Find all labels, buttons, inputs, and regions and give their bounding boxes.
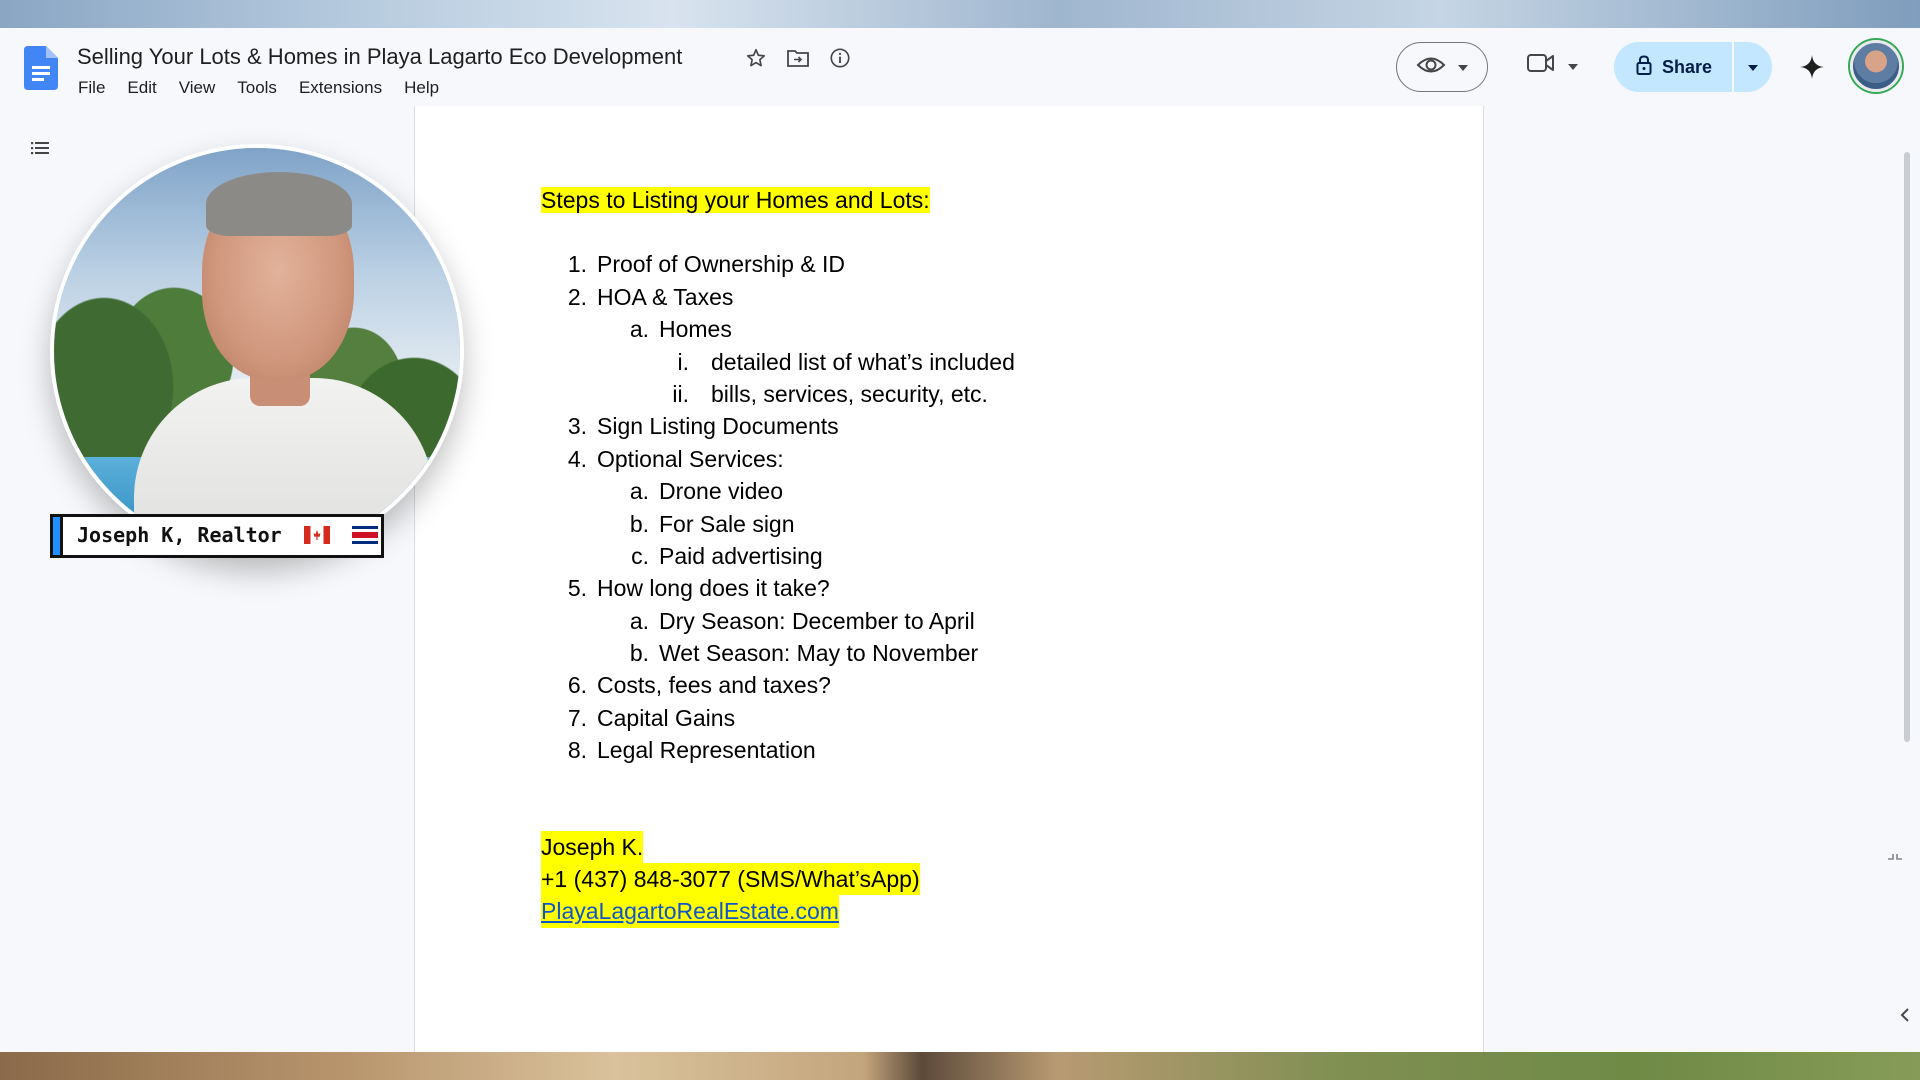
list-item: c. Paid advertising [541,540,1015,572]
list-item: 4. Optional Services: [541,443,1015,475]
meet-video-icon [1526,52,1556,79]
list-item: 6. Costs, fees and taxes? [541,669,1015,701]
list-item: b. Wet Season: May to November [541,637,1015,669]
list-item-text: Legal Representation [597,737,816,764]
meet-button[interactable] [1526,52,1578,79]
star-icon[interactable] [744,46,768,70]
viewing-mode-button[interactable] [1396,42,1488,92]
website-link[interactable]: PlayaLagartoRealEstate.com [541,895,839,928]
list-item-text: Proof of Ownership & ID [597,251,845,278]
chevron-down-icon [1568,57,1578,75]
list-item: a. Homes [541,313,1015,345]
menu-bar: File Edit View Tools Extensions Help [67,76,450,100]
contact-phone: +1 (437) 848-3077 (SMS/What’sApp) [541,863,920,896]
list-marker: b. [629,510,649,537]
list-marker: 5. [567,575,587,602]
list-item: 2. HOA & Taxes [541,281,1015,313]
chevron-down-icon [1748,58,1758,76]
list-item-text: Paid advertising [659,542,823,569]
menu-file[interactable]: File [67,76,116,100]
list-item-text: detailed list of what’s included [711,348,1015,375]
heading-text: Steps to Listing your Homes and Lots: [541,187,930,213]
list-marker: ii. [672,380,689,407]
document-page[interactable]: Steps to Listing your Homes and Lots: 1.… [414,106,1484,1052]
nameplate-label: Joseph K, Realtor [63,523,378,549]
list-item-text: HOA & Taxes [597,283,734,310]
list-marker: i. [677,348,690,375]
list-item-text: Sign Listing Documents [597,413,839,440]
list-marker: 7. [567,704,587,731]
list-item: 7. Capital Gains [541,702,1015,734]
canada-flag-icon [303,525,330,549]
account-avatar[interactable] [1850,40,1902,92]
list-item: 5. How long does it take? [541,572,1015,604]
nameplate-accent-bar [53,517,63,555]
webcam-overlay [50,144,464,558]
list-marker: 3. [567,413,587,440]
list-item: ii. bills, services, security, etc. [541,378,1015,410]
list-marker: a. [629,607,649,634]
costa-rica-flag-icon [351,525,378,549]
menu-help[interactable]: Help [393,76,450,100]
list-item-text: For Sale sign [659,510,795,537]
list-marker: 8. [567,737,587,764]
docs-logo-icon[interactable] [24,46,58,90]
chevron-down-icon [1458,58,1468,76]
background-ground [0,1052,1920,1080]
title-actions [744,46,852,70]
list-marker: c. [631,542,649,569]
menu-view[interactable]: View [168,76,227,100]
share-label: Share [1662,56,1713,77]
list-item-text: Homes [659,316,732,343]
list-item-text: bills, services, security, etc. [711,380,988,407]
list-item: 8. Legal Representation [541,734,1015,766]
menu-extensions[interactable]: Extensions [288,76,393,100]
list-item-text: Dry Season: December to April [659,607,975,634]
document-body[interactable]: Steps to Listing your Homes and Lots: 1.… [541,184,1015,928]
eye-icon [1416,55,1446,80]
list-item-text: Costs, fees and taxes? [597,672,831,699]
menu-tools[interactable]: Tools [226,76,288,100]
list-item-text: Drone video [659,478,784,505]
info-icon[interactable] [828,46,852,70]
vertical-scrollbar[interactable] [1904,152,1910,742]
list-item: 3. Sign Listing Documents [541,410,1015,442]
background-sky [0,0,1920,28]
chevron-left-icon[interactable] [1896,1005,1916,1025]
move-folder-icon[interactable] [786,46,810,70]
list-item-text: Optional Services: [597,445,784,472]
presenter-hair [206,172,352,236]
list-marker: a. [629,478,649,505]
list-item-text: Wet Season: May to November [659,640,979,667]
share-button[interactable]: Share [1614,42,1732,92]
contact-name: Joseph K. [541,830,644,864]
list-marker: 2. [567,283,587,310]
list-item: a. Dry Season: December to April [541,605,1015,637]
list-item: b. For Sale sign [541,508,1015,540]
share-button-group: Share [1614,42,1772,92]
contact-block: Joseph K. +1 (437) 848-3077 (SMS/What’sA… [541,830,1015,928]
document-title[interactable]: Selling Your Lots & Homes in Playa Lagar… [77,44,682,70]
lock-icon [1636,54,1652,80]
nameplate-text: Joseph K, Realtor [77,523,282,548]
list-marker: a. [629,316,649,343]
list-item-text: Capital Gains [597,704,736,731]
steps-list: 1. Proof of Ownership & ID 2. HOA & Taxes a.… [541,248,1015,766]
list-marker: 6. [567,672,587,699]
share-options-button[interactable] [1734,58,1772,76]
list-item-text: How long does it take? [597,575,830,602]
list-item: i. detailed list of what’s included [541,346,1015,378]
list-marker: 1. [567,251,587,278]
collapse-toolbar-icon[interactable] [1884,850,1906,872]
list-marker: b. [629,640,649,667]
list-item: 1. Proof of Ownership & ID [541,248,1015,280]
presenter-nameplate: Joseph K, Realtor [50,514,384,558]
top-app-bar: Selling Your Lots & Homes in Playa Lagar… [0,28,1920,106]
menu-edit[interactable]: Edit [116,76,167,100]
list-marker: 4. [567,445,587,472]
gemini-sparkle-icon[interactable] [1797,52,1827,82]
list-item: a. Drone video [541,475,1015,507]
document-heading: Steps to Listing your Homes and Lots: [541,184,1015,216]
